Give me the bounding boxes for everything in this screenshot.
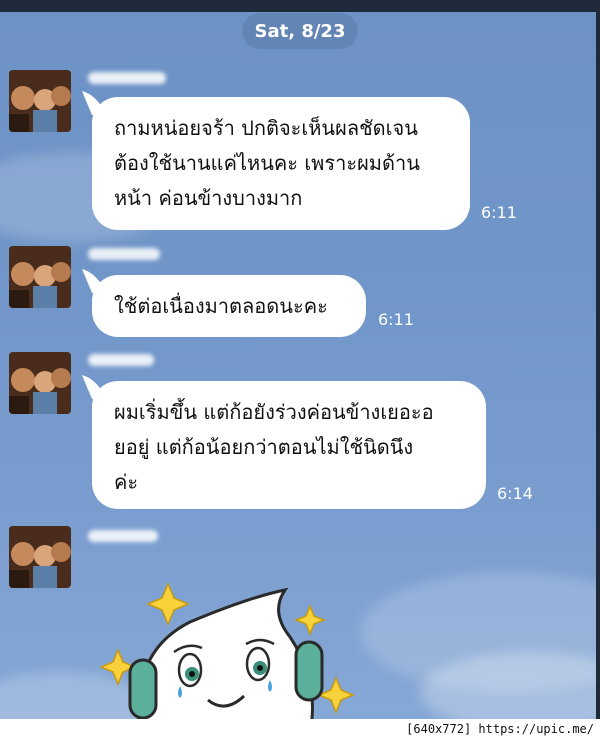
message-bubble[interactable]: ผมเริ่มขึ้น แต่ก้อยังร่วงค่อนข้างเยอะอ ย… <box>82 375 486 509</box>
message-bubble[interactable]: ถามหน่อยจร้า ปกติจะเห็นผลชัดเจน ต้องใช้น… <box>82 91 470 230</box>
avatar-photo-icon <box>9 526 71 588</box>
bubble-tail-icon <box>82 91 108 115</box>
message-bubble[interactable]: ใช้ต่อเนื่องมาตลอดนะคะ <box>82 269 366 337</box>
sender-name-redacted <box>88 248 160 260</box>
message-time: 6:14 <box>497 484 533 503</box>
avatar[interactable] <box>9 526 71 588</box>
date-separator: Sat, 8/23 <box>242 13 358 49</box>
avatar-photo-icon <box>9 352 71 414</box>
message-time: 6:11 <box>481 203 517 222</box>
sender-name-redacted <box>88 72 166 84</box>
avatar-photo-icon <box>9 70 71 132</box>
frame-border <box>596 0 600 719</box>
bubble-tail-icon <box>82 375 108 399</box>
chat-area[interactable]: Sat, 8/23 ถามหน่อยจร้า ปกติจะเห็นผลชัดเจ… <box>0 0 600 719</box>
avatar[interactable] <box>9 70 71 132</box>
avatar-photo-icon <box>9 246 71 308</box>
message-time: 6:11 <box>378 310 414 329</box>
bubble-tail-icon <box>82 269 108 293</box>
watermark: [640x772] https://upic.me/ <box>406 722 594 736</box>
avatar[interactable] <box>9 352 71 414</box>
sticker-icon[interactable] <box>100 582 360 719</box>
message-text: ถามหน่อยจร้า ปกติจะเห็นผลชัดเจน ต้องใช้น… <box>114 116 420 210</box>
message-text: ใช้ต่อเนื่องมาตลอดนะคะ <box>114 294 328 318</box>
sender-name-redacted <box>88 530 158 542</box>
sender-name-redacted <box>88 354 154 366</box>
avatar[interactable] <box>9 246 71 308</box>
message-text: ผมเริ่มขึ้น แต่ก้อยังร่วงค่อนข้างเยอะอ ย… <box>114 400 434 494</box>
